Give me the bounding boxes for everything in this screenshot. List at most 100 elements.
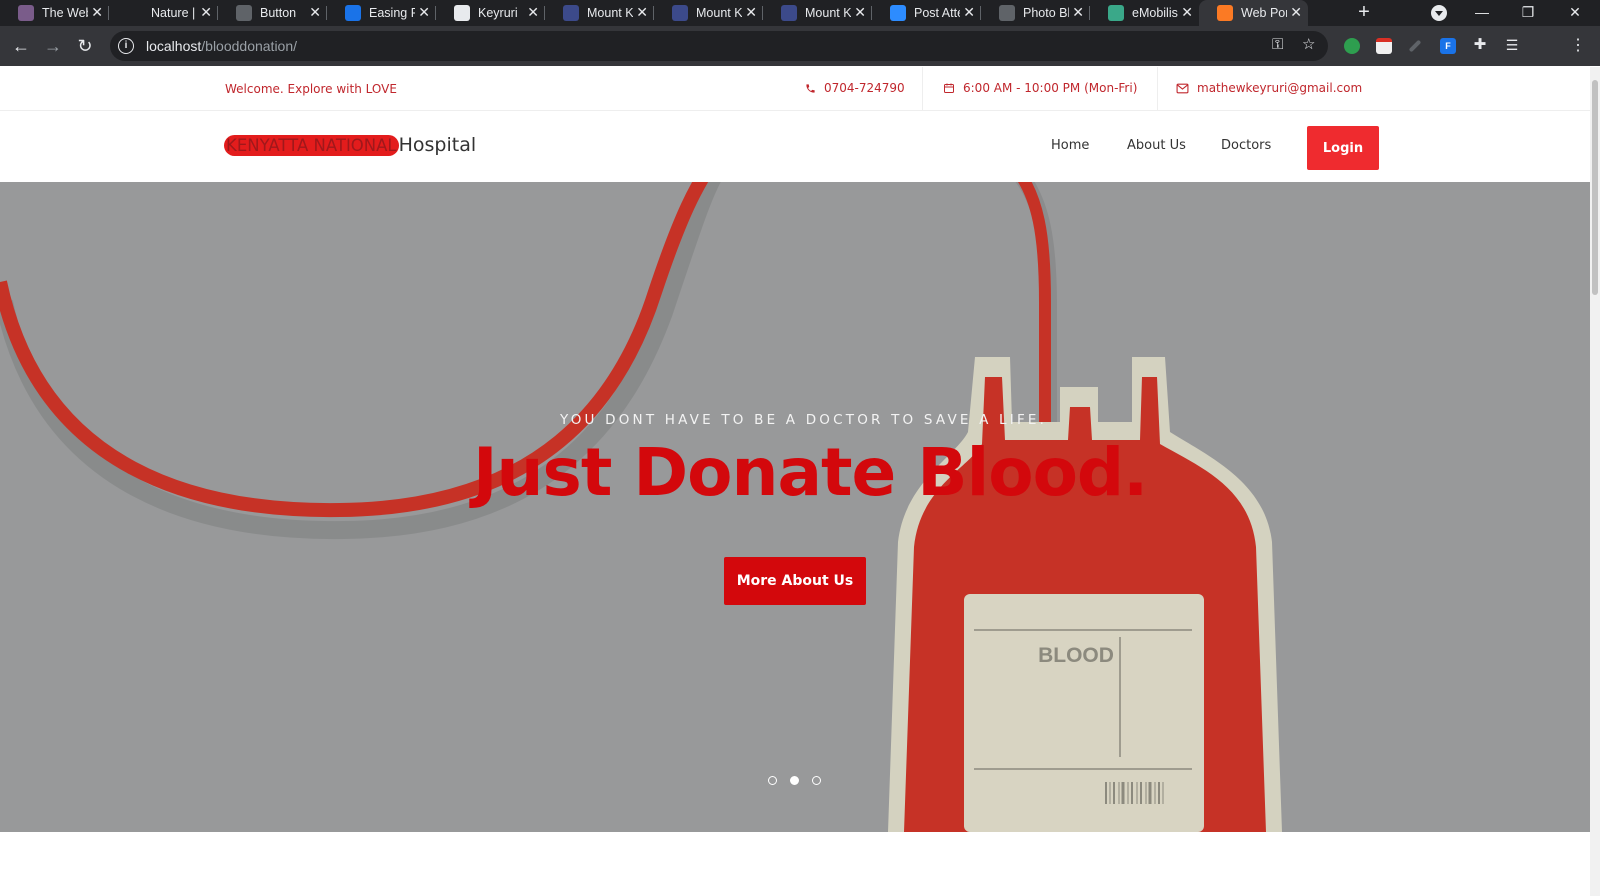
forward-icon[interactable]: → xyxy=(41,34,65,58)
tab-close-icon[interactable]: ✕ xyxy=(91,5,103,19)
bag-label: BLOOD xyxy=(1038,644,1114,667)
site-logo[interactable]: KENYATTA NATIONAL Hospital xyxy=(224,134,476,156)
logo-text: Hospital xyxy=(398,134,477,156)
tab-close-icon[interactable]: ✕ xyxy=(1072,5,1084,19)
globe-favicon xyxy=(236,5,252,21)
zoom-favicon xyxy=(890,5,906,21)
phone-number: 0704-724790 xyxy=(824,81,905,95)
address-bar[interactable]: i localhost/blooddonation/ ⚿ ☆ xyxy=(110,31,1328,61)
browser-tab[interactable]: Easing Fu✕ xyxy=(327,0,436,26)
contact-topbar: Welcome. Explore with LOVE 0704-724790 6… xyxy=(0,67,1590,111)
tab-title: The Web xyxy=(42,6,88,20)
browser-tab[interactable]: Mount K ✕ xyxy=(545,0,654,26)
hero-slider: BLOOD YOU DONT HAVE TO BE A DOCTOR TO SA… xyxy=(0,182,1590,832)
school-favicon xyxy=(672,5,688,21)
reload-icon[interactable]: ↻ xyxy=(73,34,97,58)
minimize-icon[interactable]: — xyxy=(1462,0,1502,26)
url-path: /blooddonation/ xyxy=(201,38,298,54)
main-navbar: KENYATTA NATIONAL Hospital Home About Us … xyxy=(0,112,1590,182)
browser-tab[interactable]: Post Atte ✕ xyxy=(872,0,981,26)
key-icon[interactable]: ⚿ xyxy=(1272,36,1283,53)
browser-tab[interactable]: Mount K ✕ xyxy=(763,0,872,26)
tab-close-icon[interactable]: ✕ xyxy=(636,5,648,19)
school-favicon xyxy=(781,5,797,21)
browser-tab[interactable]: Button ✕ xyxy=(218,0,327,26)
url-host: localhost xyxy=(146,38,202,54)
tab-close-icon[interactable]: ✕ xyxy=(1290,5,1302,19)
email-contact[interactable]: mathewkeyruri@gmail.com xyxy=(1176,81,1362,95)
welcome-text: Welcome. Explore with LOVE xyxy=(225,82,397,96)
tab-search-icon[interactable] xyxy=(1431,5,1447,21)
calendar-icon xyxy=(944,83,954,93)
blank-favicon xyxy=(127,5,143,21)
browser-toolbar: ← → ↻ i localhost/blooddonation/ ⚿ ☆ F ✚… xyxy=(0,26,1600,66)
tab-title: Nature | xyxy=(151,6,196,20)
tab-title: Post Atte xyxy=(914,6,960,20)
tab-title: Mount K xyxy=(587,6,633,20)
tab-close-icon[interactable]: ✕ xyxy=(418,5,430,19)
tab-close-icon[interactable]: ✕ xyxy=(963,5,975,19)
tab-title: Mount K xyxy=(805,6,851,20)
email-address: mathewkeyruri@gmail.com xyxy=(1197,81,1363,95)
xampp-favicon xyxy=(1217,5,1233,21)
tab-close-icon[interactable]: ✕ xyxy=(200,5,212,19)
tab-close-icon[interactable]: ✕ xyxy=(854,5,866,19)
e-favicon xyxy=(345,5,361,21)
restore-icon[interactable]: ❐ xyxy=(1508,0,1548,26)
browser-tab[interactable]: Mount K ✕ xyxy=(654,0,763,26)
browser-tab[interactable]: Photo Bl ✕ xyxy=(981,0,1090,26)
nav-about-us[interactable]: About Us xyxy=(1127,138,1186,153)
browser-tab[interactable]: eMobilis ✕ xyxy=(1090,0,1199,26)
logo-highlight: KENYATTA NATIONAL xyxy=(224,134,399,156)
web-page: Welcome. Explore with LOVE 0704-724790 6… xyxy=(0,67,1590,896)
nav-home[interactable]: Home xyxy=(1051,138,1089,153)
tab-title: Button xyxy=(260,6,297,20)
browser-tab[interactable]: Web Por ✕ xyxy=(1199,0,1308,26)
slider-dot[interactable] xyxy=(812,776,821,785)
tab-close-icon[interactable]: ✕ xyxy=(1181,5,1193,19)
browser-tab[interactable]: Nature | ✕ xyxy=(109,0,218,26)
new-tab-button[interactable]: + xyxy=(1352,0,1376,26)
phone-contact[interactable]: 0704-724790 xyxy=(805,81,905,95)
tab-close-icon[interactable]: ✕ xyxy=(745,5,757,19)
extension-f-icon[interactable]: F xyxy=(1440,38,1456,54)
tab-close-icon[interactable]: ✕ xyxy=(309,5,321,19)
envelope-icon xyxy=(1176,83,1189,93)
image-favicon xyxy=(18,5,34,21)
slider-dot[interactable] xyxy=(768,776,777,785)
browser-tab-bar: The Web✕Nature |✕Button✕Easing Fu✕Keyrur… xyxy=(0,0,1600,26)
scrollbar-thumb[interactable] xyxy=(1592,80,1598,295)
browser-tab[interactable]: Keyruri ✕ xyxy=(436,0,545,26)
tab-title: Keyruri xyxy=(478,6,518,20)
topbar-divider xyxy=(922,67,923,111)
extension-notes-icon[interactable] xyxy=(1376,38,1392,54)
browser-tab[interactable]: The Web ✕ xyxy=(0,0,109,26)
tab-title: Mount K xyxy=(696,6,742,20)
browser-menu-icon[interactable]: ⋮ xyxy=(1570,34,1586,58)
topbar-divider xyxy=(1157,67,1158,111)
opening-hours: 6:00 AM - 10:00 PM (Mon-Fri) xyxy=(963,81,1138,95)
extension-globe-icon[interactable] xyxy=(1344,38,1360,54)
tab-close-icon[interactable]: ✕ xyxy=(527,5,539,19)
tab-title: Easing Fu xyxy=(369,6,415,20)
school-favicon xyxy=(563,5,579,21)
phone-icon xyxy=(806,83,815,93)
extension-pen-icon[interactable] xyxy=(1408,39,1422,53)
nav-doctors[interactable]: Doctors xyxy=(1221,138,1271,153)
tab-title: Photo Bl xyxy=(1023,6,1069,20)
hours-contact: 6:00 AM - 10:00 PM (Mon-Fri) xyxy=(943,81,1137,95)
tab-title: eMobilis xyxy=(1132,6,1178,20)
slider-dot-active[interactable] xyxy=(790,776,799,785)
site-info-icon[interactable]: i xyxy=(118,38,134,54)
login-button[interactable]: Login xyxy=(1307,126,1379,170)
star-icon[interactable]: ☆ xyxy=(1302,35,1315,53)
github-favicon xyxy=(454,5,470,21)
media-queue-icon[interactable]: ☰ xyxy=(1504,38,1520,54)
hero-subtitle: YOU DONT HAVE TO BE A DOCTOR TO SAVE A L… xyxy=(560,412,1048,428)
more-about-us-button[interactable]: More About Us xyxy=(724,557,866,605)
back-icon[interactable]: ← xyxy=(9,34,33,58)
globe-favicon xyxy=(999,5,1015,21)
hero-title: Just Donate Blood. xyxy=(473,434,1148,511)
extensions-puzzle-icon[interactable]: ✚ xyxy=(1472,37,1488,54)
close-window-icon[interactable]: ✕ xyxy=(1555,0,1595,26)
